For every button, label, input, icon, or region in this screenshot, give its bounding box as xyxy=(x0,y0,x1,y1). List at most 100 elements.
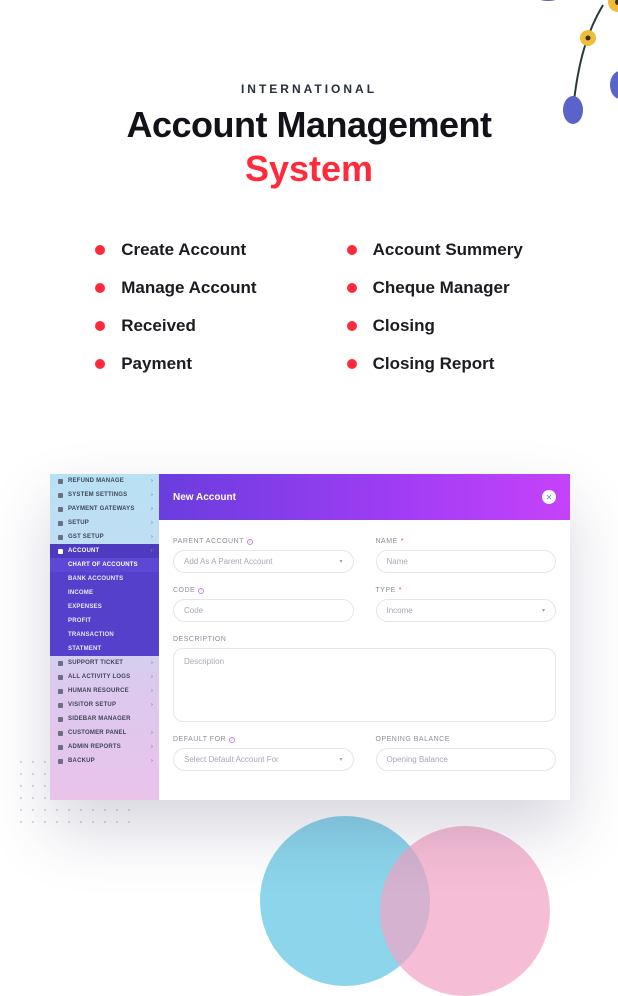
sidebar-item-account[interactable]: ACCOUNT ▾ xyxy=(50,544,159,558)
app-screenshot: REFUND MANAGE› SYSTEM SETTINGS› PAYMENT … xyxy=(50,474,570,800)
sidebar-item-label: REFUND MANAGE xyxy=(68,478,124,484)
modal-title: New Account xyxy=(173,492,236,503)
sidebar-item-label: SIDEBAR MANAGER xyxy=(68,716,131,722)
close-button[interactable]: ✕ xyxy=(542,490,556,504)
sidebar-item-activity-logs[interactable]: ALL ACTIVITY LOGS› xyxy=(50,670,159,684)
select-value: Select Default Account For xyxy=(184,755,279,764)
sidebar-item-system-settings[interactable]: SYSTEM SETTINGS › xyxy=(50,488,159,502)
chevron-right-icon: › xyxy=(151,730,153,736)
sidebar-item-sidebar-manager[interactable]: SIDEBAR MANAGER xyxy=(50,712,159,726)
sidebar-item-customer-panel[interactable]: CUSTOMER PANEL › xyxy=(50,726,159,740)
feature-item: Received xyxy=(95,316,256,336)
chevron-right-icon: › xyxy=(151,492,153,498)
sidebar-item-label: CHART OF ACCOUNTS xyxy=(68,562,138,568)
new-account-form: PARENT ACCOUNT? Add As A Parent Account▾… xyxy=(159,520,570,771)
chevron-right-icon: › xyxy=(151,758,153,764)
card-icon xyxy=(58,507,63,512)
feature-label: Account Summery xyxy=(373,240,523,260)
percent-icon xyxy=(58,535,63,540)
list-icon xyxy=(58,675,63,680)
sidebar-item-label: CUSTOMER PANEL xyxy=(68,730,127,736)
sidebar-subitem-income[interactable]: INCOME xyxy=(50,586,159,600)
sidebar-item-visitor-setup[interactable]: VISITOR SETUP› xyxy=(50,698,159,712)
sidebar-item-admin-reports[interactable]: ADMIN REPORTS› xyxy=(50,740,159,754)
sidebar-item-gst-setup[interactable]: GST SETUP› xyxy=(50,530,159,544)
sidebar-item-human-resource[interactable]: HUMAN RESOURCE› xyxy=(50,684,159,698)
sidebar-subitem-expenses[interactable]: EXPENSES xyxy=(50,600,159,614)
sidebar-item-label: BANK ACCOUNTS xyxy=(68,576,123,582)
close-icon: ✕ xyxy=(546,493,553,502)
sidebar-item-label: ADMIN REPORTS xyxy=(68,744,121,750)
chevron-right-icon: › xyxy=(151,520,153,526)
bullet-icon xyxy=(95,245,105,255)
people-icon xyxy=(58,689,63,694)
chevron-down-icon: ▾ xyxy=(339,756,342,763)
input-placeholder: Name xyxy=(387,557,408,566)
opening-balance-input[interactable]: Opening Balance xyxy=(376,748,557,771)
default-for-select[interactable]: Select Default Account For ▾ xyxy=(173,748,354,771)
chevron-right-icon: › xyxy=(151,674,153,680)
label-type: TYPE * xyxy=(376,587,557,594)
sidebar-item-backup[interactable]: BACKUP › xyxy=(50,754,159,768)
description-textarea[interactable]: Description xyxy=(173,648,556,722)
label-name: NAME * xyxy=(376,538,557,545)
bullet-icon xyxy=(347,321,357,331)
sidebar-item-refund-manage[interactable]: REFUND MANAGE› xyxy=(50,474,159,488)
feature-item: Closing xyxy=(347,316,523,336)
chevron-down-icon: ▾ xyxy=(542,607,545,614)
chevron-right-icon: › xyxy=(151,506,153,512)
feature-item: Cheque Manager xyxy=(347,278,523,298)
sidebar-subitem-transaction[interactable]: TRANSACTION xyxy=(50,628,159,642)
input-placeholder: Opening Balance xyxy=(387,755,448,764)
feature-col-left: Create Account Manage Account Received P… xyxy=(95,240,256,392)
select-value: Add As A Parent Account xyxy=(184,557,273,566)
label-opening-balance: OPENING BALANCE xyxy=(376,736,557,743)
sidebar-item-label: ACCOUNT xyxy=(68,548,99,554)
sidebar-subitem-chart-of-accounts[interactable]: CHART OF ACCOUNTS xyxy=(50,558,159,572)
info-icon[interactable]: ? xyxy=(198,588,204,594)
cart-icon xyxy=(58,479,63,484)
code-input[interactable]: Code xyxy=(173,599,354,622)
sidebar-subitem-bank-accounts[interactable]: BANK ACCOUNTS xyxy=(50,572,159,586)
info-icon[interactable]: ? xyxy=(229,737,235,743)
bullet-icon xyxy=(95,283,105,293)
label-description: DESCRIPTION xyxy=(173,636,556,643)
sidebar-item-setup[interactable]: SETUP › xyxy=(50,516,159,530)
feature-label: Cheque Manager xyxy=(373,278,510,298)
feature-label: Received xyxy=(121,316,196,336)
name-input[interactable]: Name xyxy=(376,550,557,573)
hero-title-line1: Account Management xyxy=(0,104,618,146)
chart-icon xyxy=(58,745,63,750)
user-icon xyxy=(58,731,63,736)
sidebar-subitem-profit[interactable]: PROFIT xyxy=(50,614,159,628)
gear-icon xyxy=(58,493,63,498)
label-parent-account: PARENT ACCOUNT? xyxy=(173,538,354,545)
label-default-for: DEFAULT FOR? xyxy=(173,736,354,743)
sidebar-item-label: TRANSACTION xyxy=(68,632,114,638)
feature-columns: Create Account Manage Account Received P… xyxy=(0,240,618,392)
feature-label: Closing xyxy=(373,316,435,336)
parent-account-select[interactable]: Add As A Parent Account▾ xyxy=(173,550,354,573)
sidebar-item-payment-gateways[interactable]: PAYMENT GATEWAYS › xyxy=(50,502,159,516)
sidebar-item-label: SYSTEM SETTINGS xyxy=(68,492,127,498)
textarea-placeholder: Description xyxy=(184,657,224,666)
sidebar-subitem-statement[interactable]: STATMENT xyxy=(50,642,159,656)
info-icon[interactable]: ? xyxy=(247,539,253,545)
sidebar-item-label: SETUP xyxy=(68,520,89,526)
chevron-right-icon: › xyxy=(151,688,153,694)
sidebar-item-label: PROFIT xyxy=(68,618,91,624)
feature-item: Account Summery xyxy=(347,240,523,260)
type-select[interactable]: Income▾ xyxy=(376,599,557,622)
database-icon xyxy=(58,759,63,764)
chevron-down-icon: ▾ xyxy=(150,548,153,554)
sidebar-item-label: EXPENSES xyxy=(68,604,102,610)
feature-item: Payment xyxy=(95,354,256,374)
feature-item: Manage Account xyxy=(95,278,256,298)
wallet-icon xyxy=(58,549,63,554)
sidebar-item-label: VISITOR SETUP xyxy=(68,702,116,708)
label-code: CODE? xyxy=(173,587,354,594)
sidebar-item-support-ticket[interactable]: SUPPORT TICKET› xyxy=(50,656,159,670)
sidebar-item-label: BACKUP xyxy=(68,758,95,764)
sidebar-item-label: PAYMENT GATEWAYS xyxy=(68,506,135,512)
sidebar: REFUND MANAGE› SYSTEM SETTINGS› PAYMENT … xyxy=(50,474,159,800)
